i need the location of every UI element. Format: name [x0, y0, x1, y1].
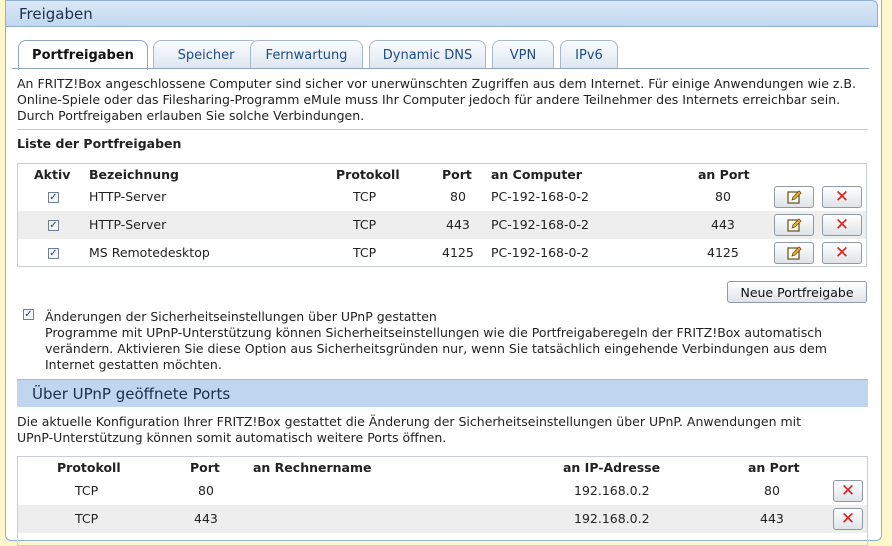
row-protocol: TCP — [353, 245, 377, 260]
upnp-section-title: Über UPnP geöffnete Ports — [32, 385, 231, 403]
row-computer: PC-192-168-0-2 — [491, 217, 589, 232]
row-to-port: 443 — [711, 217, 735, 232]
col-ip: an IP-Adresse — [563, 460, 661, 475]
delete-icon: ✕ — [834, 242, 850, 263]
aktiv-checkbox[interactable]: ✓ — [48, 248, 59, 259]
table-row: ✓ HTTP-Server TCP 443 PC-192-168-0-2 443… — [18, 211, 866, 239]
col-bezeichnung: Bezeichnung — [89, 167, 179, 182]
upnp-checkbox[interactable]: ✓ — [23, 309, 34, 320]
col-protokoll: Protokoll — [57, 460, 121, 475]
col-anport: an Port — [698, 167, 750, 182]
divider — [17, 129, 868, 130]
row-protocol: TCP — [75, 483, 99, 498]
edit-button[interactable] — [774, 242, 814, 264]
edit-icon — [787, 218, 802, 232]
col-aktiv: Aktiv — [34, 167, 71, 182]
delete-icon: ✕ — [834, 186, 850, 207]
upnp-option: Änderungen der Sicherheitseinstellungen … — [45, 309, 855, 373]
row-to-port: 4125 — [707, 245, 739, 260]
tab-portfreigaben[interactable]: Portfreigaben — [18, 40, 148, 70]
col-rechnername: an Rechnername — [253, 460, 372, 475]
edit-button[interactable] — [774, 214, 814, 236]
delete-button[interactable]: ✕ — [822, 214, 862, 236]
upnp-option-desc: Programme mit UPnP-Unterstützung können … — [45, 325, 823, 340]
upnp-intro-line: Die aktuelle Konfiguration Ihrer FRITZ!B… — [17, 414, 802, 429]
upnp-option-label: Änderungen der Sicherheitseinstellungen … — [45, 309, 437, 324]
upnp-option-desc: Internet gestatten möchten. — [45, 357, 222, 372]
row-port: 80 — [198, 483, 214, 498]
row-computer: PC-192-168-0-2 — [491, 189, 589, 204]
panel-header: Freigaben — [5, 0, 878, 27]
portlist-title: Liste der Portfreigaben — [17, 136, 182, 151]
delete-button[interactable]: ✕ — [833, 508, 863, 530]
delete-icon: ✕ — [840, 508, 856, 529]
intro-line: Durch Portfreigaben erlauben Sie solche … — [17, 108, 365, 123]
col-anport: an Port — [748, 460, 800, 475]
tab-divider — [12, 68, 869, 69]
row-port: 80 — [450, 189, 466, 204]
table-row: ✓ HTTP-Server TCP 80 PC-192-168-0-2 80 ✕ — [18, 183, 866, 211]
edit-button[interactable] — [774, 186, 814, 208]
aktiv-checkbox[interactable]: ✓ — [48, 192, 59, 203]
col-port: Port — [190, 460, 220, 475]
table-row: ✓ MS Remotedesktop TCP 4125 PC-192-168-0… — [18, 239, 866, 267]
delete-button[interactable]: ✕ — [822, 186, 862, 208]
aktiv-checkbox[interactable]: ✓ — [48, 220, 59, 231]
row-to-port: 80 — [764, 483, 780, 498]
delete-button[interactable]: ✕ — [822, 242, 862, 264]
intro-text: An FRITZ!Box angeschlossene Computer sin… — [17, 76, 867, 124]
row-port: 4125 — [442, 245, 474, 260]
tab-fernwartung[interactable]: Fernwartung — [250, 40, 363, 69]
row-protocol: TCP — [75, 511, 99, 526]
upnp-intro-line: UPnP-Unterstützung können somit automati… — [17, 430, 447, 445]
edit-icon — [787, 190, 802, 204]
delete-icon: ✕ — [834, 214, 850, 235]
row-ip: 192.168.0.2 — [574, 483, 650, 498]
row-to-port: 443 — [760, 511, 784, 526]
page-title: Freigaben — [19, 5, 93, 23]
row-port: 443 — [446, 217, 470, 232]
delete-icon: ✕ — [840, 480, 856, 501]
tab-dynamic-dns[interactable]: Dynamic DNS — [369, 40, 486, 69]
upnp-intro: Die aktuelle Konfiguration Ihrer FRITZ!B… — [17, 414, 867, 446]
row-name: HTTP-Server — [89, 189, 167, 204]
row-protocol: TCP — [353, 189, 377, 204]
col-protokoll: Protokoll — [336, 167, 400, 182]
edit-icon — [787, 246, 802, 260]
row-port: 443 — [194, 511, 218, 526]
col-computer: an Computer — [491, 167, 582, 182]
tab-vpn[interactable]: VPN — [492, 40, 554, 69]
row-protocol: TCP — [353, 217, 377, 232]
tab-ipv6[interactable]: IPv6 — [560, 40, 618, 69]
upnp-section-header: Über UPnP geöffnete Ports — [17, 379, 868, 407]
table-row: TCP 443 192.168.0.2 443 ✕ — [18, 505, 867, 533]
intro-line: Online-Spiele oder das Filesharing-Progr… — [17, 92, 841, 107]
col-port: Port — [442, 167, 472, 182]
new-portfreigabe-button[interactable]: Neue Portfreigabe — [727, 281, 867, 303]
row-computer: PC-192-168-0-2 — [491, 245, 589, 260]
table-row: TCP 80 192.168.0.2 80 ✕ — [18, 477, 867, 505]
upnp-option-desc: verändern. Aktivieren Sie diese Option a… — [45, 341, 827, 356]
row-name: HTTP-Server — [89, 217, 167, 232]
intro-line: An FRITZ!Box angeschlossene Computer sin… — [17, 76, 856, 91]
tab-speicher[interactable]: Speicher — [153, 40, 259, 69]
row-name: MS Remotedesktop — [89, 245, 210, 260]
row-to-port: 80 — [715, 189, 731, 204]
portfreigaben-table: Aktiv Bezeichnung Protokoll Port an Comp… — [17, 163, 867, 267]
row-ip: 192.168.0.2 — [574, 511, 650, 526]
delete-button[interactable]: ✕ — [833, 480, 863, 502]
